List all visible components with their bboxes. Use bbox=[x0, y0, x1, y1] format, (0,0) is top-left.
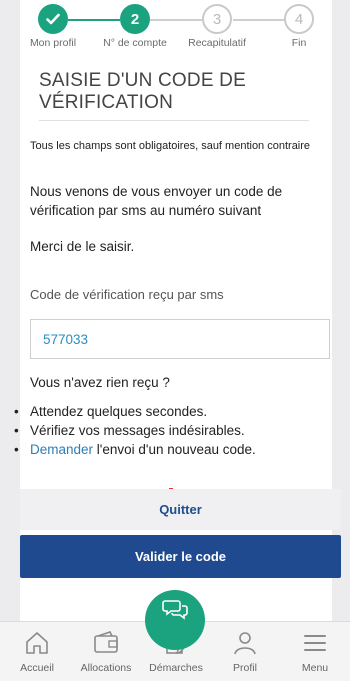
step-number: 3 bbox=[202, 4, 232, 34]
validate-code-button[interactable]: Valider le code bbox=[20, 535, 341, 578]
step-label: Mon profil bbox=[29, 37, 77, 49]
required-fields-note: Tous les champs sont obligatoires, sauf … bbox=[30, 140, 311, 152]
sms-sent-message: Nous venons de vous envoyer un code de v… bbox=[30, 184, 283, 218]
chat-bubbles-icon bbox=[161, 598, 189, 627]
step-label: Recapitulatif bbox=[188, 37, 246, 49]
step-fin: 4 Fin bbox=[254, 4, 344, 49]
hamburger-icon bbox=[280, 628, 350, 658]
list-item: Vérifiez vos messages indésirables. bbox=[14, 421, 256, 440]
tip-wait: Attendez quelques secondes. bbox=[30, 404, 208, 419]
check-icon bbox=[38, 4, 68, 34]
nav-item-allocations[interactable]: Allocations bbox=[71, 628, 141, 674]
help-tips-list: Attendez quelques secondes. Vérifiez vos… bbox=[14, 402, 256, 459]
step-numero-compte: 2 N° de compte bbox=[90, 4, 180, 49]
list-item: Demander l'envoi d'un nouveau code. bbox=[14, 440, 256, 459]
nav-item-accueil[interactable]: Accueil bbox=[2, 628, 72, 674]
list-item: Attendez quelques secondes. bbox=[14, 402, 256, 421]
home-icon bbox=[2, 628, 72, 658]
nav-label: Menu bbox=[301, 662, 329, 674]
enter-code-instruction: Merci de le saisir. bbox=[30, 239, 135, 254]
nav-label: Allocations bbox=[80, 662, 132, 674]
chat-button[interactable] bbox=[145, 590, 205, 650]
step-number: 2 bbox=[120, 4, 150, 34]
nav-label: Profil bbox=[233, 662, 257, 674]
step-recapitulatif: 3 Recapitulatif bbox=[172, 4, 262, 49]
quit-button[interactable]: Quitter bbox=[20, 489, 341, 530]
tip-check-spam: Vérifiez vos messages indésirables. bbox=[30, 423, 245, 438]
not-received-question: Vous n'avez rien reçu ? bbox=[30, 375, 170, 390]
wallet-icon bbox=[71, 628, 141, 658]
verification-code-input[interactable]: 577033 bbox=[30, 319, 330, 359]
page-title: SAISIE D'UN CODE DE VÉRIFICATION bbox=[39, 70, 309, 121]
tip-request-rest: l'envoi d'un nouveau code. bbox=[93, 442, 256, 457]
progress-stepper: Mon profil 2 N° de compte 3 Recapitulati… bbox=[0, 4, 350, 54]
code-field-label: Code de vérification reçu par sms bbox=[30, 287, 224, 302]
step-label: N° de compte bbox=[103, 37, 167, 49]
step-number: 4 bbox=[284, 4, 314, 34]
nav-label: Démarches bbox=[149, 662, 203, 674]
step-label: Fin bbox=[291, 37, 307, 49]
nav-item-menu[interactable]: Menu bbox=[280, 628, 350, 674]
step-mon-profil: Mon profil bbox=[8, 4, 98, 49]
user-icon bbox=[210, 628, 280, 658]
verification-code-value: 577033 bbox=[43, 331, 89, 347]
nav-item-profil[interactable]: Profil bbox=[210, 628, 280, 674]
nav-label: Accueil bbox=[20, 662, 54, 674]
request-new-code-link[interactable]: Demander bbox=[30, 442, 93, 457]
